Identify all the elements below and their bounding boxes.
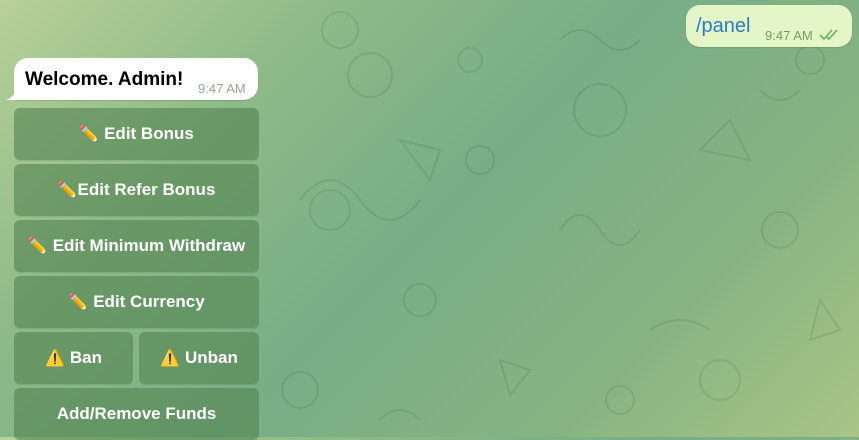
edit-currency-button[interactable]: ✏️ Edit Currency: [14, 276, 259, 328]
edit-minimum-withdraw-label: Edit Minimum Withdraw: [52, 236, 246, 255]
pencil-icon: ✏️: [68, 294, 89, 311]
outgoing-message-text: /panel: [696, 15, 751, 37]
edit-bonus-button[interactable]: ✏️ Edit Bonus: [14, 108, 259, 160]
edit-refer-bonus-label: Edit Refer Bonus: [77, 180, 216, 199]
edit-refer-bonus-button[interactable]: ✏️ Edit Refer Bonus: [14, 164, 259, 216]
incoming-message-text: Welcome. Admin!: [25, 69, 184, 90]
outgoing-message-bubble: /panel 9:47 AM: [686, 5, 852, 47]
edit-currency-label: Edit Currency: [93, 292, 205, 311]
incoming-message-time: 9:47 AM: [198, 81, 246, 96]
edit-bonus-label: Edit Bonus: [104, 124, 194, 143]
edit-minimum-withdraw-button[interactable]: ✏️ Edit Minimum Withdraw: [14, 220, 259, 272]
warning-icon: ⚠️: [44, 350, 65, 367]
pencil-icon: ✏️: [57, 182, 78, 199]
bubble-tail: [6, 88, 18, 100]
add-remove-funds-button[interactable]: Add/Remove Funds: [14, 388, 259, 440]
pencil-icon: ✏️: [27, 238, 48, 255]
ban-label: Ban: [69, 348, 103, 367]
incoming-message-bubble: Welcome. Admin! 9:47 AM: [6, 58, 258, 100]
add-remove-funds-label: Add/Remove Funds: [56, 404, 217, 423]
double-check-icon: [819, 29, 838, 41]
unban-label: Unban: [185, 348, 238, 367]
pencil-icon: ✏️: [79, 126, 100, 143]
unban-button[interactable]: ⚠️ Unban: [139, 332, 259, 384]
ban-button[interactable]: ⚠️ Ban: [14, 332, 133, 384]
warning-icon: ⚠️: [160, 350, 181, 367]
outgoing-message-time: 9:47 AM: [765, 28, 813, 43]
